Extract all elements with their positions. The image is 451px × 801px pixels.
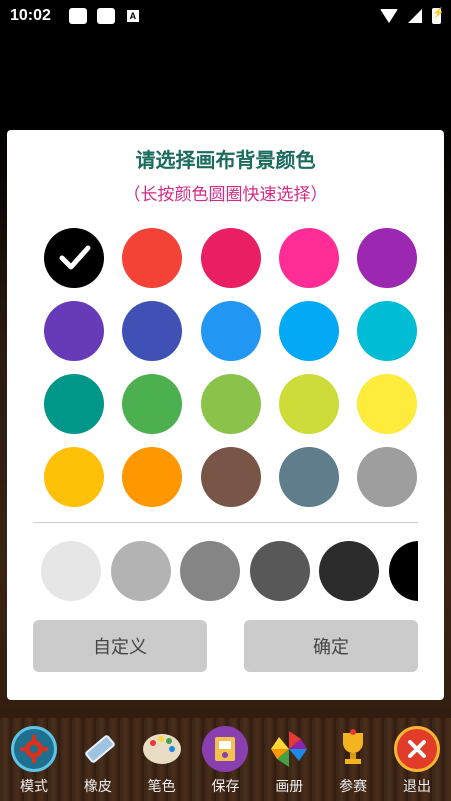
dialog-subtitle: （长按颜色圆圈快速选择） [123, 185, 328, 205]
gray-swatch[interactable] [41, 541, 101, 601]
color-swatch[interactable] [44, 447, 104, 507]
divider [33, 522, 418, 523]
color-swatch[interactable] [122, 374, 183, 434]
gray-swatch-row[interactable] [33, 540, 418, 602]
tool-exit[interactable]: 退出 [387, 726, 447, 801]
close-icon [393, 726, 440, 772]
signal-icon [408, 9, 422, 23]
tool-album[interactable]: 画册 [259, 726, 319, 801]
tool-label: 橡皮 [83, 779, 112, 795]
color-swatch[interactable] [200, 228, 261, 288]
tool-mode[interactable]: 模式 [4, 726, 64, 801]
color-swatch[interactable] [357, 301, 418, 361]
color-swatch[interactable] [200, 374, 261, 434]
color-swatch[interactable] [357, 447, 418, 507]
gray-swatch[interactable] [249, 541, 310, 601]
tool-save[interactable]: 保存 [195, 726, 255, 801]
trophy-icon [330, 726, 376, 772]
color-swatch[interactable] [122, 228, 183, 288]
gray-swatch[interactable] [180, 541, 240, 601]
a-icon: A [126, 10, 139, 22]
tool-pen-color[interactable]: 笔色 [132, 726, 192, 801]
battery-icon [432, 8, 444, 24]
color-swatch[interactable] [44, 301, 104, 361]
color-swatch[interactable] [278, 228, 339, 288]
color-swatch[interactable] [44, 374, 104, 434]
color-swatch[interactable] [200, 447, 261, 507]
notification-icon [68, 8, 87, 24]
tool-label: 参赛 [339, 779, 368, 795]
gray-swatch[interactable] [110, 541, 171, 601]
status-bar: 10:02 A [0, 0, 451, 32]
palette-icon [139, 726, 185, 772]
gray-swatch[interactable] [388, 541, 418, 601]
eraser-icon [75, 726, 121, 772]
tool-eraser[interactable]: 橡皮 [68, 726, 128, 801]
color-swatch[interactable] [357, 374, 418, 434]
color-swatch[interactable] [200, 301, 261, 361]
color-swatch[interactable] [44, 228, 104, 288]
pinwheel-icon [266, 726, 312, 772]
tool-label: 笔色 [147, 779, 176, 795]
color-swatch[interactable] [357, 228, 418, 288]
color-swatch[interactable] [278, 301, 339, 361]
color-swatch[interactable] [122, 447, 183, 507]
dialog-title: 请选择画布背景颜色 [135, 148, 316, 172]
notification-icon [96, 8, 115, 24]
color-swatch[interactable] [122, 301, 183, 361]
gray-swatch[interactable] [319, 541, 379, 601]
tool-contest[interactable]: 参赛 [323, 726, 383, 801]
color-swatch[interactable] [278, 374, 339, 434]
confirm-button[interactable]: 确定 [244, 620, 418, 672]
wifi-icon [380, 9, 398, 23]
tool-label: 保存 [211, 779, 240, 795]
bottom-toolbar: 模式 橡皮 笔色 保存 画册 参赛 退出 [0, 718, 451, 801]
status-time: 10:02 [10, 7, 51, 24]
status-icons [380, 8, 444, 24]
tool-label: 退出 [402, 779, 431, 795]
color-swatch[interactable] [278, 447, 339, 507]
tool-label: 画册 [275, 779, 304, 795]
tool-label: 模式 [20, 779, 48, 795]
gear-icon [11, 726, 57, 772]
custom-button[interactable]: 自定义 [33, 620, 207, 672]
checkmark-icon [59, 245, 91, 270]
save-icon [202, 726, 249, 772]
color-picker-dialog: 请选择画布背景颜色 （长按颜色圆圈快速选择） 自定义 确定 [7, 130, 444, 700]
